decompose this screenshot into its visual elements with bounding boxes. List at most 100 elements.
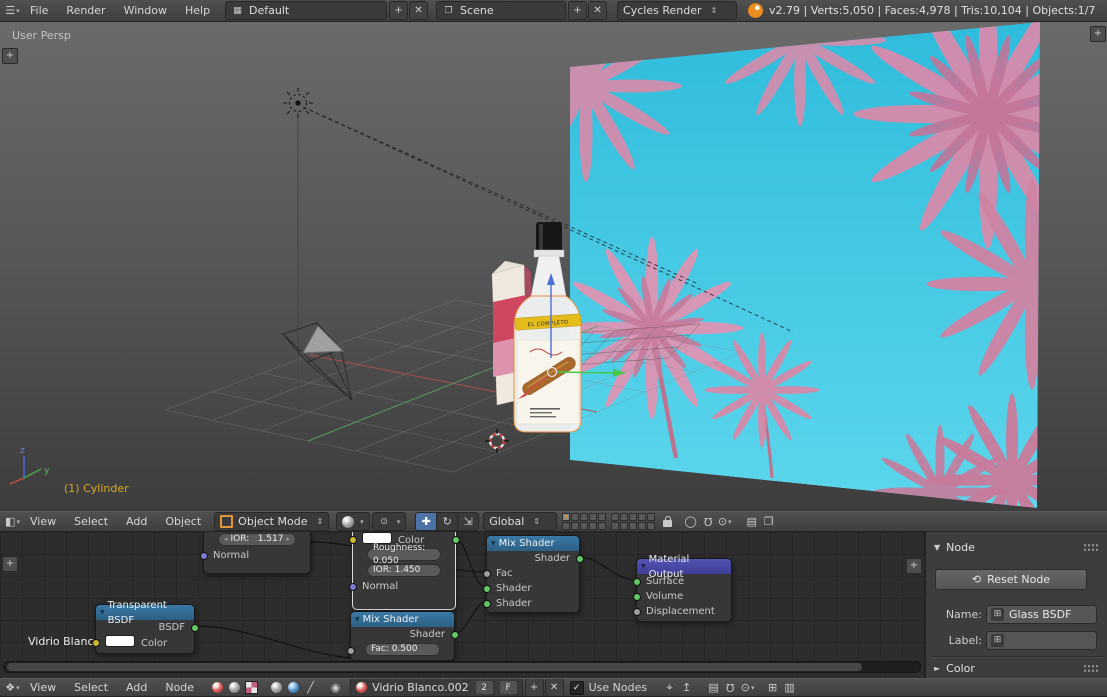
region-expand-tab[interactable]: + [2, 48, 18, 64]
snap-target-icon[interactable]: ⊙▾ [716, 513, 733, 530]
menu-node[interactable]: Node [156, 681, 203, 694]
menu-view[interactable]: View [21, 515, 65, 528]
surface-socket[interactable] [633, 578, 641, 586]
proportional-edit-icon[interactable]: ◯ [682, 513, 699, 530]
photo-plane-object[interactable] [490, 22, 1107, 511]
new-material-button[interactable]: + [525, 678, 544, 697]
bsdf-output-socket[interactable] [191, 624, 199, 632]
snap-icon[interactable]: Ω [722, 679, 739, 696]
parent-tree-icon[interactable]: ↥ [678, 679, 695, 696]
scrollbar-handle[interactable] [7, 663, 862, 671]
layer-1[interactable] [562, 513, 570, 521]
lock-to-scene-icon[interactable] [659, 513, 676, 530]
node-editor-hscrollbar[interactable] [3, 661, 921, 673]
node-material-output[interactable]: ▼Material Output Surface Volume Displace… [636, 558, 732, 622]
cursor-target-icon[interactable]: ⌖ [661, 679, 678, 696]
manipulator-translate-button[interactable]: ✚ [415, 512, 437, 531]
fake-user-button[interactable]: F [500, 681, 517, 694]
node-header[interactable]: ▼Mix Shader [487, 536, 579, 551]
shader-type-linestyle-icon[interactable]: ╱ [302, 679, 319, 696]
render-engine-selector[interactable]: Cycles Render ⇕ [617, 1, 737, 20]
node-glass-bsdf[interactable]: Color Roughness: 0.050 IOR: 1.450 Normal [352, 532, 456, 610]
shader-input-socket-2[interactable] [483, 600, 491, 608]
node-panel-header[interactable]: ▼ Node [934, 541, 1099, 554]
node-header[interactable]: ▼Mix Shader [351, 612, 454, 627]
menu-window[interactable]: Window [115, 4, 176, 17]
menu-file[interactable]: File [21, 4, 57, 17]
ior-slider[interactable]: IOR: 1.450 [367, 564, 441, 577]
fac-socket[interactable] [347, 647, 355, 655]
menu-add[interactable]: Add [117, 515, 156, 528]
color-socket[interactable] [92, 639, 100, 647]
shader-output-socket[interactable] [576, 555, 584, 563]
reset-node-button[interactable]: ⟲ Reset Node [935, 569, 1087, 590]
material-datablock-selector[interactable]: Vidrio Blanco.002 2 F [350, 678, 523, 697]
menu-add[interactable]: Add [117, 681, 156, 694]
transform-orientation-selector[interactable]: Global ⇕ [483, 512, 557, 531]
tree-type-texture-icon[interactable] [243, 679, 260, 696]
mode-selector[interactable]: Object Mode ⇕ [214, 512, 329, 531]
normal-socket[interactable] [200, 552, 208, 560]
normal-socket[interactable] [349, 583, 357, 591]
layers-widget[interactable] [562, 513, 655, 530]
node-header[interactable]: ▼Transparent BSDF [96, 605, 194, 620]
shader-type-world-icon[interactable] [285, 679, 302, 696]
menu-select[interactable]: Select [65, 515, 117, 528]
displacement-socket[interactable] [633, 608, 641, 616]
add-scene-button[interactable]: + [568, 1, 587, 20]
menu-render[interactable]: Render [57, 4, 114, 17]
tree-type-shader-icon[interactable] [209, 679, 226, 696]
backdrop-icon[interactable]: ▤ [705, 679, 722, 696]
pivot-point-selector[interactable]: ⊙ ▾ [372, 512, 407, 531]
node-mix-shader-1[interactable]: ▼Mix Shader Shader Fac Shader Shader [486, 535, 580, 613]
snap-icon[interactable]: Ω [699, 513, 716, 530]
unlink-material-button[interactable]: ✕ [545, 678, 564, 697]
panel-toggle-tab[interactable]: + [906, 558, 922, 574]
node-editor[interactable]: ◂ IOR: 1.517 ▸ Normal Color Roughness: 0… [0, 532, 925, 678]
region-expand-tab[interactable]: + [2, 556, 18, 572]
screen-layout-selector[interactable]: ▦ Default [225, 1, 387, 20]
viewport-3d[interactable]: EL COMPLETO [0, 22, 1107, 511]
tree-type-compositing-icon[interactable] [226, 679, 243, 696]
pin-icon[interactable]: ◉ [327, 679, 344, 696]
manipulator-rotate-button[interactable]: ↻ [437, 512, 458, 531]
node-name-field[interactable]: ⊞ Glass BSDF [986, 605, 1097, 624]
menu-view[interactable]: View [21, 681, 65, 694]
new-image-icon[interactable]: ⊞ [764, 679, 781, 696]
editor-type-node-icon[interactable]: ❖▾ [4, 679, 21, 696]
fac-socket[interactable] [483, 570, 491, 578]
panel-drag-dots-icon[interactable] [1083, 543, 1099, 552]
manipulator-scale-button[interactable]: ⇲ [458, 512, 479, 531]
use-nodes-checkbox[interactable]: ✓ Use Nodes [570, 681, 648, 695]
shader-output-socket[interactable] [451, 631, 459, 639]
node-label-field[interactable]: ⊞ [986, 631, 1097, 650]
color-panel-header[interactable]: ► Color [934, 662, 1099, 675]
shader-type-object-icon[interactable] [268, 679, 285, 696]
opengl-render-animation-icon[interactable]: ❐ [760, 513, 777, 530]
render-result-icon[interactable]: ▥ [781, 679, 798, 696]
color-socket[interactable] [349, 536, 357, 544]
node-header[interactable]: ▼Material Output [637, 559, 731, 574]
delete-screen-layout-button[interactable]: ✕ [409, 1, 428, 20]
color-swatch[interactable] [105, 635, 135, 647]
delete-scene-button[interactable]: ✕ [588, 1, 607, 20]
viewport-shading-selector[interactable]: ▾ [336, 512, 370, 531]
volume-socket[interactable] [633, 593, 641, 601]
node-transparent-bsdf[interactable]: ▼Transparent BSDF BSDF Color [95, 604, 195, 654]
opengl-render-icon[interactable]: ▤ [743, 513, 760, 530]
node-mix-shader-2[interactable]: ▼Mix Shader Shader Fac: 0.500 [350, 611, 455, 661]
menu-help[interactable]: Help [176, 4, 219, 17]
properties-region-tab[interactable]: + [1090, 26, 1106, 42]
node-glass-bsdf-partial[interactable]: ◂ IOR: 1.517 ▸ Normal [203, 532, 311, 574]
snap-target-icon[interactable]: ⊙▾ [739, 679, 756, 696]
menu-object[interactable]: Object [156, 515, 210, 528]
add-screen-layout-button[interactable]: + [389, 1, 408, 20]
menu-select[interactable]: Select [65, 681, 117, 694]
roughness-slider[interactable]: Roughness: 0.050 [367, 548, 441, 561]
shader-input-socket-1[interactable] [483, 585, 491, 593]
scene-selector[interactable]: ❐ Scene [436, 1, 566, 20]
panel-drag-dots-icon[interactable] [1083, 664, 1099, 673]
info-editor-icon[interactable]: ☰▾ [4, 2, 21, 19]
ior-slider[interactable]: ◂ IOR: 1.517 ▸ [218, 533, 296, 546]
editor-type-3dview-icon[interactable]: ◧▾ [4, 513, 21, 530]
